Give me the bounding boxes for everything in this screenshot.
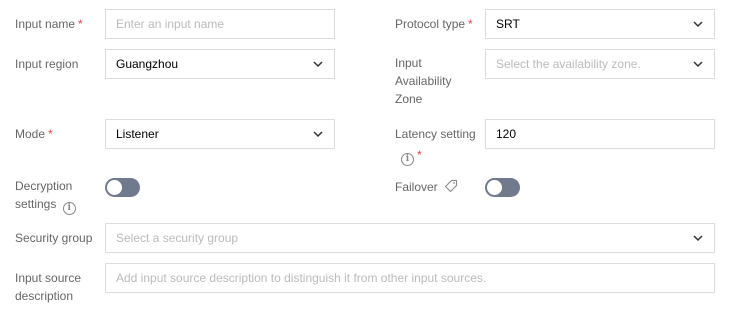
protocol-type-select[interactable]: SRT bbox=[485, 9, 715, 39]
input-source-description-placeholder: Add input source description to distingu… bbox=[116, 271, 487, 285]
input-region-label: Input region bbox=[15, 57, 79, 71]
chevron-down-icon bbox=[313, 61, 323, 68]
required-mark: * bbox=[78, 17, 83, 31]
required-mark: * bbox=[468, 17, 473, 31]
latency-setting-label: Latency setting i * bbox=[395, 127, 476, 166]
failover-label: Failover bbox=[395, 177, 458, 198]
mode-select[interactable]: Listener bbox=[105, 119, 335, 149]
input-source-description-label: Input source description bbox=[15, 271, 82, 303]
input-source-description-field[interactable]: Add input source description to distingu… bbox=[105, 263, 715, 293]
security-group-placeholder: Select a security group bbox=[116, 231, 239, 245]
availability-zone-placeholder: Select the availability zone. bbox=[496, 57, 641, 71]
protocol-type-value: SRT bbox=[496, 17, 520, 31]
mode-label: Mode * bbox=[15, 127, 53, 141]
input-name-placeholder: Enter an input name bbox=[116, 17, 225, 31]
mode-value: Listener bbox=[116, 127, 159, 141]
required-mark: * bbox=[48, 127, 53, 141]
protocol-type-label: Protocol type * bbox=[395, 17, 473, 31]
toggle-knob bbox=[107, 180, 122, 195]
info-icon[interactable]: i bbox=[62, 202, 76, 215]
input-name-label: Input name * bbox=[15, 17, 83, 31]
chevron-down-icon bbox=[313, 131, 323, 138]
decryption-settings-label: Decryption settings i bbox=[15, 177, 76, 215]
latency-value: 120 bbox=[496, 127, 517, 141]
chevron-down-icon bbox=[693, 21, 703, 28]
info-icon[interactable]: i bbox=[401, 153, 414, 166]
chevron-down-icon bbox=[693, 235, 703, 242]
availability-zone-label: Input Availability Zone bbox=[395, 56, 452, 106]
required-mark: * bbox=[417, 148, 422, 162]
security-group-label: Security group bbox=[15, 231, 93, 245]
chevron-down-icon bbox=[693, 61, 703, 68]
decryption-toggle[interactable] bbox=[105, 178, 140, 197]
input-region-select[interactable]: Guangzhou bbox=[105, 49, 335, 79]
security-group-select[interactable]: Select a security group bbox=[105, 223, 715, 253]
tag-icon[interactable] bbox=[444, 179, 458, 193]
toggle-knob bbox=[487, 180, 502, 195]
input-name-field[interactable]: Enter an input name bbox=[105, 9, 335, 39]
availability-zone-select[interactable]: Select the availability zone. bbox=[485, 49, 715, 79]
latency-input[interactable]: 120 bbox=[485, 119, 715, 149]
failover-toggle[interactable] bbox=[485, 178, 520, 197]
input-region-value: Guangzhou bbox=[116, 57, 179, 71]
